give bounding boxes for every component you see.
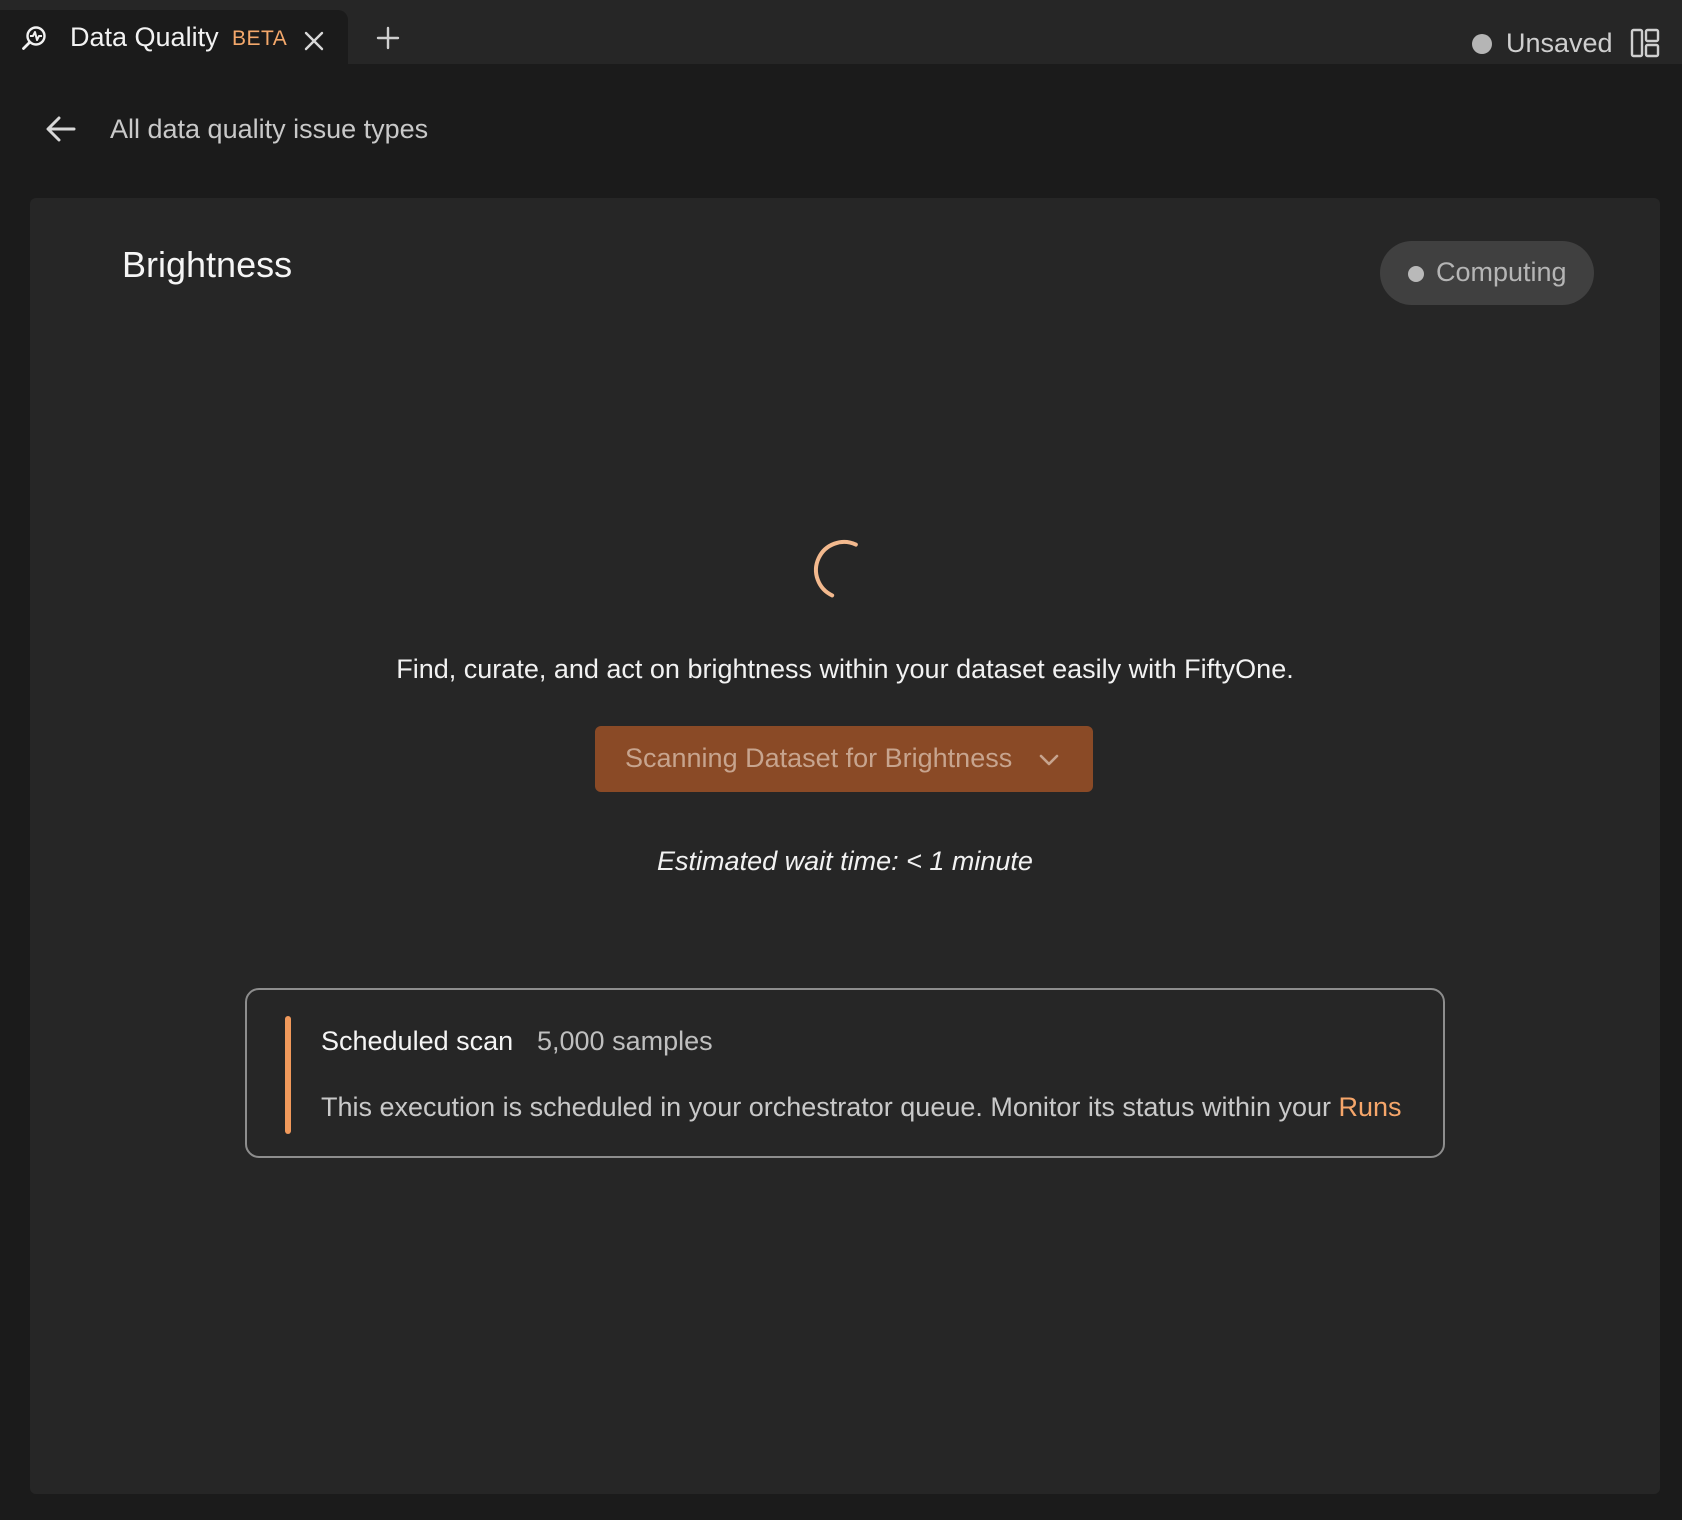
close-icon[interactable] <box>302 29 326 53</box>
scheduled-scan-title: Scheduled scan <box>321 1026 514 1056</box>
runs-link[interactable]: Runs <box>1339 1092 1402 1122</box>
beta-badge: BETA <box>232 27 288 50</box>
scheduled-scan-message: This execution is scheduled in your orch… <box>321 1092 1402 1123</box>
scanning-dataset-button[interactable]: Scanning Dataset for Brightness <box>595 726 1093 792</box>
data-quality-icon <box>22 26 46 50</box>
page-title: Brightness <box>122 244 293 285</box>
unsaved-status-dot <box>1472 34 1492 54</box>
issue-panel: Brightness Computing Find, curate, and a… <box>30 198 1660 1494</box>
unsaved-status-label: Unsaved <box>1506 28 1613 58</box>
add-tab-button[interactable] <box>374 24 402 52</box>
layout-icon[interactable] <box>1630 28 1660 58</box>
sample-count: 5,000 samples <box>537 1026 713 1056</box>
breadcrumb-all-issue-types[interactable]: All data quality issue types <box>110 114 428 145</box>
tab-title: Data Quality <box>70 22 219 52</box>
loading-spinner-icon <box>814 540 858 598</box>
status-badge: Computing <box>1380 241 1594 305</box>
tab-data-quality[interactable]: Data Quality BETA <box>0 10 348 64</box>
card-accent-bar <box>285 1016 291 1134</box>
scanning-dataset-label: Scanning Dataset for Brightness <box>625 743 1013 773</box>
chevron-down-icon <box>1039 754 1059 766</box>
description-text: Find, curate, and act on brightness with… <box>396 654 1294 684</box>
page: Data Quality BETA Unsaved All data quali… <box>0 0 1682 1520</box>
estimated-wait-text: Estimated wait time: < 1 minute <box>657 846 1033 876</box>
scheduled-scan-message-text: This execution is scheduled in your orch… <box>321 1092 1331 1122</box>
scheduled-scan-card: Scheduled scan 5,000 samples This execut… <box>245 988 1445 1158</box>
status-dot <box>1408 266 1424 282</box>
tab-bar: Data Quality BETA Unsaved <box>0 0 1682 64</box>
back-arrow-icon[interactable] <box>44 112 78 146</box>
status-label: Computing <box>1436 257 1567 287</box>
